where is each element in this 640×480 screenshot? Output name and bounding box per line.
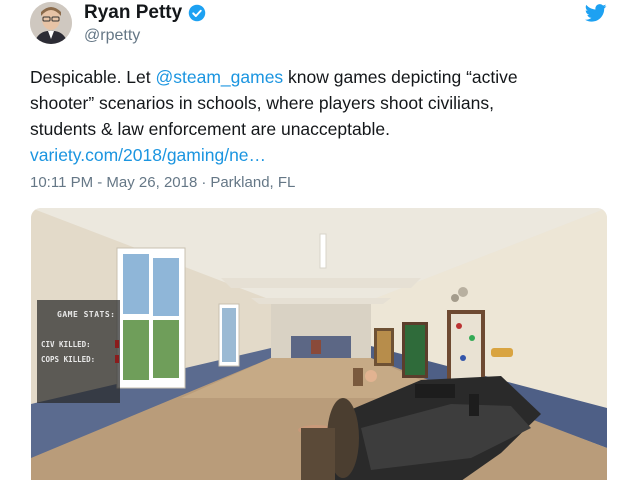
tweet-location[interactable]: Parkland, FL bbox=[210, 174, 295, 191]
game-stats-panel: GAME STATS: CIV KILLED: COPS KILLED: bbox=[37, 300, 120, 403]
display-name[interactable]: Ryan Petty bbox=[84, 2, 182, 24]
mention-link[interactable]: @steam_games bbox=[156, 67, 284, 87]
tweet-card: Ryan Petty @rpetty Despicable. Let @stea… bbox=[0, 0, 640, 480]
game-stats-title: GAME STATS: bbox=[57, 310, 116, 319]
tweet-metadata: 10:11 PM - May 26, 2018 · Parkland, FL bbox=[30, 174, 295, 191]
user-handle[interactable]: @rpetty bbox=[84, 27, 140, 45]
tweet-line-1: Despicable. Let @steam_games know games … bbox=[30, 64, 620, 90]
avatar[interactable] bbox=[30, 2, 72, 44]
civ-killed-label: CIV KILLED: bbox=[41, 340, 91, 349]
twitter-bird-icon[interactable] bbox=[585, 4, 607, 22]
tweet-line-3: students & law enforcement are unaccepta… bbox=[30, 119, 390, 139]
cops-killed-label: COPS KILLED: bbox=[41, 355, 96, 364]
tweet-timestamp[interactable]: 10:11 PM - May 26, 2018 bbox=[30, 174, 197, 191]
verified-badge-icon bbox=[188, 4, 206, 22]
meta-separator: · bbox=[201, 174, 207, 191]
tweet-line-2: shooter” scenarios in schools, where pla… bbox=[30, 93, 494, 113]
article-link[interactable]: variety.com/2018/gaming/ne… bbox=[30, 145, 266, 165]
civ-counter bbox=[115, 340, 119, 348]
tweet-text: Despicable. Let @steam_games know games … bbox=[30, 64, 620, 168]
author-name-row[interactable]: Ryan Petty bbox=[84, 2, 206, 24]
cops-counter bbox=[115, 355, 119, 363]
tweet-text-start: Despicable. Let bbox=[30, 67, 156, 87]
tweet-text-cont: know games depicting “active bbox=[283, 67, 518, 87]
avatar-photo bbox=[30, 2, 72, 44]
